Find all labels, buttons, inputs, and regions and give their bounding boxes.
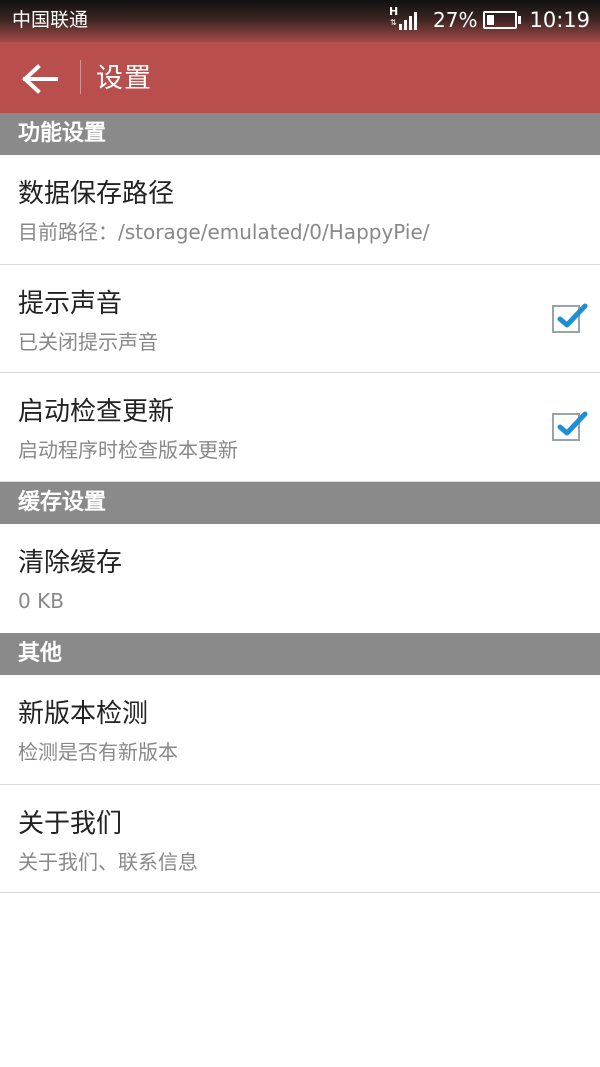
battery-fill (487, 15, 495, 25)
pref-summary: 关于我们、联系信息 (18, 850, 198, 874)
signal-h-icon: H ⇅ (389, 6, 419, 31)
arrow-left-icon (22, 64, 58, 94)
pref-summary: 启动程序时检查版本更新 (18, 438, 238, 462)
checkmark-icon (557, 411, 588, 436)
app-bar-divider (80, 60, 81, 94)
battery-percent: 27% (433, 8, 478, 32)
pref-summary: 检测是否有新版本 (18, 740, 178, 764)
status-indicators: H ⇅ 27% 10:19 (389, 6, 590, 34)
pref-item-new-version-check[interactable]: 新版本检测 检测是否有新版本 (0, 675, 600, 785)
section-header-other: 其他 (0, 633, 600, 675)
back-button[interactable] (10, 50, 70, 106)
pref-item-notification-sound[interactable]: 提示声音 已关闭提示声音 (0, 265, 600, 373)
pref-item-check-update-on-start[interactable]: 启动检查更新 启动程序时检查版本更新 (0, 373, 600, 482)
section-header-cache-settings: 缓存设置 (0, 482, 600, 524)
notification-sound-checkbox[interactable] (552, 303, 588, 333)
clock: 10:19 (529, 8, 590, 32)
section-header-function-settings: 功能设置 (0, 113, 600, 155)
check-update-checkbox[interactable] (552, 411, 588, 441)
pref-item-about-us[interactable]: 关于我们 关于我们、联系信息 (0, 785, 600, 893)
status-bar: 中国联通 H ⇅ 27% 10:19 (0, 0, 600, 42)
pref-title: 数据保存路径 (18, 179, 175, 209)
page-title: 设置 (96, 63, 152, 94)
carrier-name: 中国联通 (12, 9, 89, 31)
checkmark-icon (557, 303, 588, 328)
pref-summary: 已关闭提示声音 (18, 330, 158, 354)
battery-icon (483, 11, 522, 29)
pref-summary: 0 KB (18, 589, 64, 613)
pref-title: 启动检查更新 (18, 397, 175, 427)
app-bar: 设置 (0, 42, 600, 113)
pref-title: 新版本检测 (18, 699, 149, 729)
pref-item-clear-cache[interactable]: 清除缓存 0 KB (0, 524, 600, 633)
pref-item-data-save-path[interactable]: 数据保存路径 目前路径：/storage/emulated/0/HappyPie… (0, 155, 600, 265)
pref-title: 清除缓存 (18, 548, 123, 578)
pref-title: 关于我们 (18, 809, 123, 839)
pref-title: 提示声音 (18, 289, 123, 319)
pref-summary: 目前路径：/storage/emulated/0/HappyPie/ (18, 220, 430, 244)
